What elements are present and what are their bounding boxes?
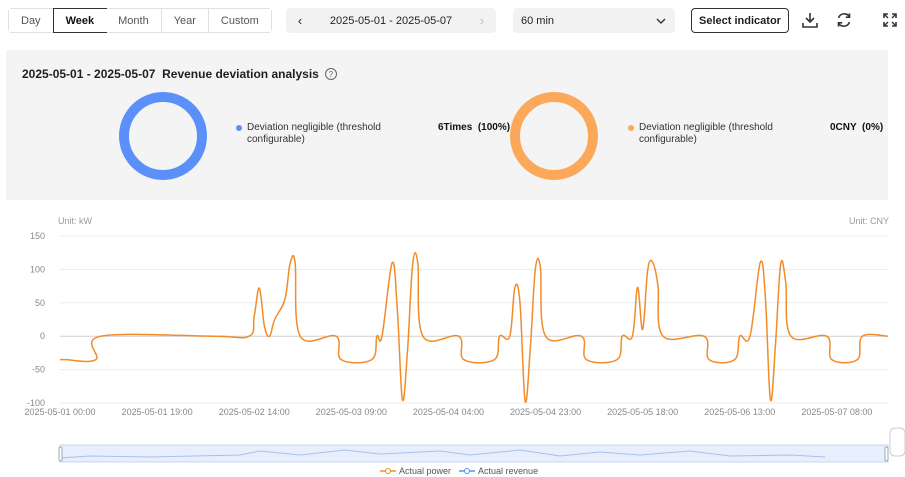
legend-item[interactable]: Actual revenue <box>459 466 538 476</box>
legend-label: Actual power <box>399 466 452 476</box>
legend-label: Actual revenue <box>478 466 539 476</box>
x-tick-label: 2025-05-02 14:00 <box>219 407 290 417</box>
y-tick-label: 100 <box>30 264 45 274</box>
x-tick-label: 2025-05-04 04:00 <box>413 407 484 417</box>
y-tick-label: 50 <box>35 298 45 308</box>
chart-legend: Actual power Actual revenue <box>380 466 538 476</box>
power-chart: 150100500-50-100 2025-05-01 00:00 2025-05… <box>24 231 905 463</box>
x-tick-label: 2025-05-04 23:00 <box>510 407 581 417</box>
legend-marker-icon <box>380 468 396 474</box>
y-tick-label: 0 <box>40 331 45 341</box>
x-tick-label: 2025-05-05 18:00 <box>607 407 678 417</box>
x-tick-label: 2025-05-01 19:00 <box>122 407 193 417</box>
x-tick-label: 2025-05-07 08:00 <box>801 407 872 417</box>
series-line-actual-power <box>60 251 889 403</box>
y-tick-label: -50 <box>32 365 45 375</box>
x-tick-label: 2025-05-03 09:00 <box>316 407 387 417</box>
legend-marker-icon <box>459 468 476 474</box>
zoom-handle-right[interactable] <box>884 446 889 462</box>
zoom-slider[interactable] <box>58 444 889 463</box>
x-tick-label: 2025-05-06 13:00 <box>704 407 775 417</box>
side-toggle-button[interactable] <box>889 427 905 457</box>
zoom-handle-left[interactable] <box>58 446 63 462</box>
zoom-slider-track[interactable] <box>59 444 889 463</box>
y-tick-label: 150 <box>30 231 45 241</box>
x-tick-label: 2025-05-01 00:00 <box>24 407 95 417</box>
legend-item[interactable]: Actual power <box>380 466 451 476</box>
